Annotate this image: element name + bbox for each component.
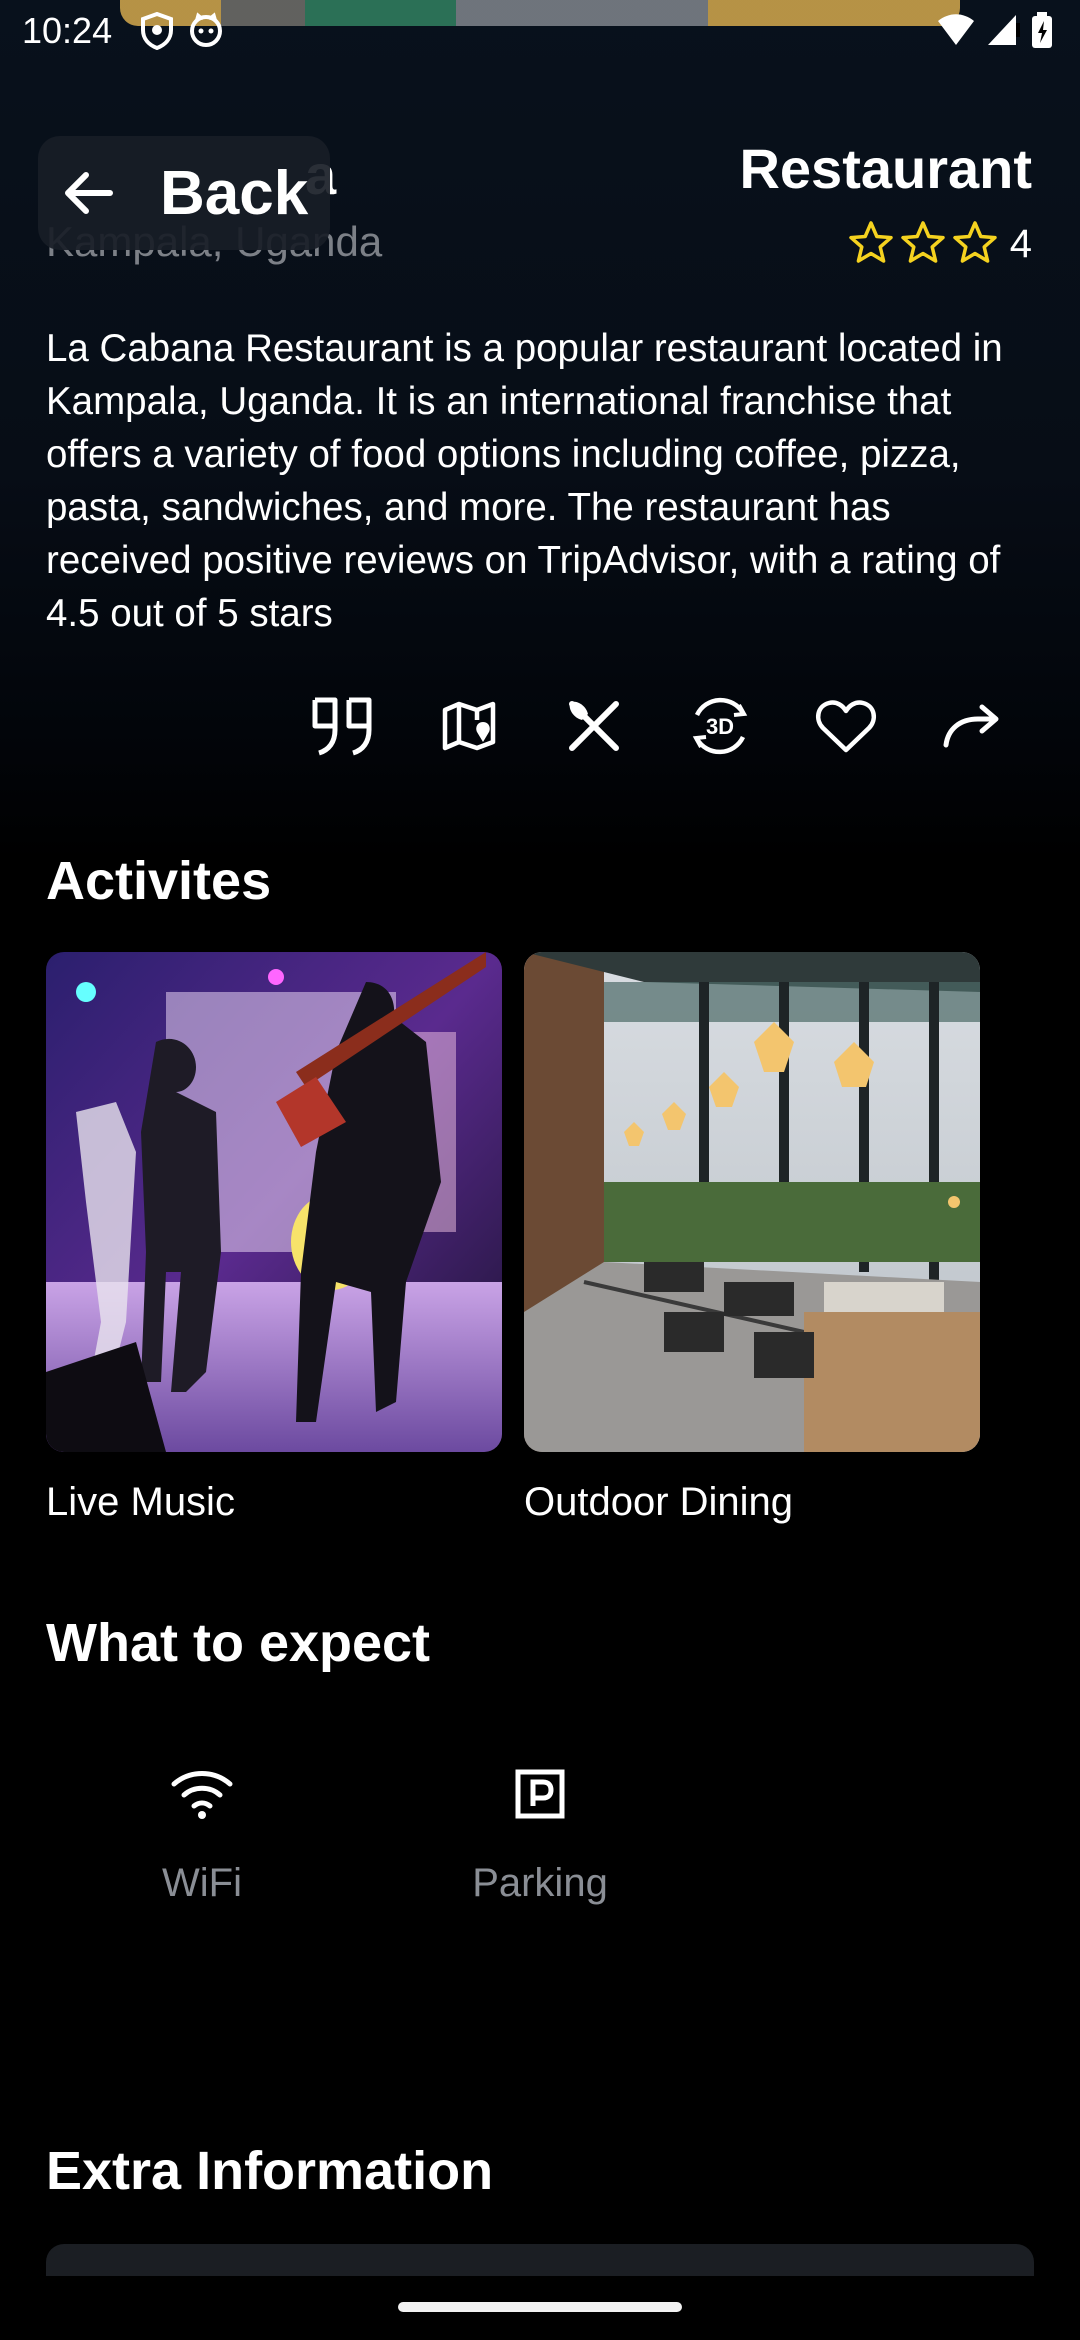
status-time: 10:24 (22, 10, 113, 51)
back-label: Back (160, 158, 309, 228)
cat-icon (188, 12, 224, 55)
place-description: La Cabana Restaurant is a popular restau… (46, 327, 1003, 635)
home-indicator[interactable] (398, 2302, 682, 2312)
star-icon (900, 220, 946, 269)
activity-card[interactable]: Outdoor Dining (524, 952, 980, 1525)
rating: 4 (848, 220, 1032, 269)
favorite-icon[interactable] (810, 690, 882, 762)
arrow-left-icon (56, 161, 120, 225)
battery-icon (1030, 12, 1054, 53)
category-label: Restaurant (739, 137, 1032, 200)
map-icon[interactable] (433, 690, 505, 762)
outdoor-dining-image (524, 952, 980, 1452)
shield-icon (140, 11, 174, 55)
place-detail-screen: 10:24 a Kampala, Uganda Back (0, 0, 1080, 2340)
dining-icon[interactable] (558, 690, 630, 762)
parking-icon (514, 1769, 566, 1824)
3d-view-icon[interactable]: 3D (684, 690, 756, 762)
amenity-label: WiFi (162, 1861, 242, 1905)
svg-text:3D: 3D (706, 714, 734, 739)
star-icon (952, 220, 998, 269)
activities-title: Activites (46, 851, 272, 911)
wifi-icon (170, 1771, 234, 1824)
back-button[interactable]: Back (38, 136, 330, 250)
extra-title: Extra Information (46, 2141, 494, 2201)
live-music-image (46, 952, 502, 1452)
rating-value: 4 (1009, 222, 1032, 266)
signal-icon (986, 13, 1020, 52)
activity-card[interactable]: Live Music (46, 952, 502, 1525)
activity-label: Outdoor Dining (524, 1480, 794, 1524)
share-icon[interactable] (936, 690, 1008, 762)
star-icon (848, 220, 894, 269)
activity-label: Live Music (46, 1480, 235, 1524)
status-bar: 10:24 (0, 0, 1080, 64)
wifi-icon (936, 13, 976, 52)
expect-title: What to expect (46, 1613, 431, 1673)
amenity-parking: Parking (458, 1768, 622, 1906)
amenity-label: Parking (472, 1861, 608, 1905)
amenity-wifi: WiFi (140, 1768, 264, 1906)
quote-icon[interactable] (306, 690, 378, 762)
action-bar: 3D (0, 690, 1080, 770)
